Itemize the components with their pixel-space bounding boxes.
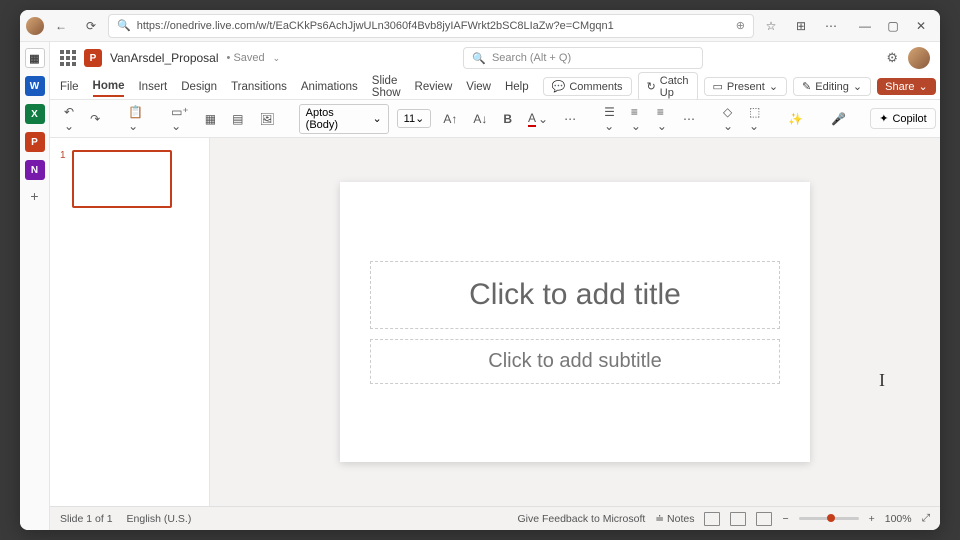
zoom-in-button[interactable]: + — [869, 513, 875, 525]
bold-button[interactable]: B — [499, 109, 516, 129]
search-box[interactable]: 🔍 Search (Alt + Q) — [463, 47, 703, 69]
undo-button[interactable]: ↶ ⌄ — [60, 102, 78, 136]
back-button[interactable]: ← — [48, 13, 74, 39]
tab-design[interactable]: Design — [181, 81, 217, 93]
tab-home[interactable]: Home — [93, 80, 125, 97]
rail-powerpoint-icon[interactable]: P — [25, 132, 45, 152]
user-avatar[interactable] — [908, 47, 930, 69]
favorites-icon[interactable]: ☆ — [758, 13, 784, 39]
photo-button[interactable]: 🖼 — [255, 109, 278, 129]
close-button[interactable]: ✕ — [908, 13, 934, 39]
tab-slideshow[interactable]: Slide Show — [372, 75, 401, 99]
browser-toolbar: ← ⟳ 🔍 https://onedrive.live.com/w/t/EaCK… — [20, 10, 940, 42]
reading-view-icon[interactable] — [756, 512, 772, 526]
fit-to-window-icon[interactable]: ⤢ — [922, 512, 930, 525]
more-para-button[interactable]: ⋯ — [679, 109, 699, 129]
catchup-button[interactable]: ↻ Catch Up — [638, 72, 698, 102]
thumbnail-number: 1 — [60, 150, 66, 208]
rail-excel-icon[interactable]: X — [25, 104, 45, 124]
subtitle-placeholder[interactable]: Click to add subtitle — [370, 339, 780, 384]
ribbon-toolbar: ↶ ⌄ ↷ 📋 ⌄ ▭⁺ ⌄ ▦ ▤ 🖼 Aptos (Body)⌄ 11⌄ A… — [50, 100, 940, 138]
title-dropdown-icon[interactable]: ⌄ — [273, 53, 281, 64]
more-font-button[interactable]: ⋯ — [560, 109, 580, 129]
document-title[interactable]: VanArsdel_Proposal — [110, 51, 219, 65]
language-status[interactable]: English (U.S.) — [127, 513, 192, 525]
designer-button[interactable]: ✨ — [784, 109, 807, 129]
settings-icon[interactable]: ⚙ — [886, 50, 898, 66]
rail-word-icon[interactable]: W — [25, 76, 45, 96]
tab-review[interactable]: Review — [415, 81, 453, 93]
zoom-out-button[interactable]: − — [782, 513, 788, 525]
refresh-button[interactable]: ⟳ — [78, 13, 104, 39]
search-placeholder: Search (Alt + Q) — [492, 52, 571, 64]
decrease-font-button[interactable]: A↓ — [469, 109, 491, 129]
new-slide-button[interactable]: ▭⁺ ⌄ — [167, 102, 193, 136]
paste-button[interactable]: 📋 ⌄ — [124, 102, 147, 136]
feedback-link[interactable]: Give Feedback to Microsoft — [517, 513, 645, 525]
app-content: P VanArsdel_Proposal • Saved ⌄ 🔍 Search … — [50, 42, 940, 530]
normal-view-icon[interactable] — [704, 512, 720, 526]
editor-workspace: 1 Click to add title Click to add subtit… — [50, 138, 940, 506]
tab-insert[interactable]: Insert — [138, 81, 167, 93]
zoom-level[interactable]: 100% — [885, 513, 912, 525]
font-family-select[interactable]: Aptos (Body)⌄ — [299, 104, 389, 134]
bullets-button[interactable]: ☰ ⌄ — [600, 102, 619, 136]
slide-canvas-area[interactable]: Click to add title Click to add subtitle… — [210, 138, 940, 506]
profile-avatar[interactable] — [26, 17, 44, 35]
slide-canvas[interactable]: Click to add title Click to add subtitle — [340, 182, 810, 462]
sorter-view-icon[interactable] — [730, 512, 746, 526]
slide-thumbnail-pane[interactable]: 1 — [50, 138, 210, 506]
title-placeholder[interactable]: Click to add title — [370, 261, 780, 329]
notes-toggle[interactable]: ≐ Notes — [655, 513, 694, 525]
share-button[interactable]: Share ⌄ — [877, 78, 936, 95]
numbering-button[interactable]: ≡ ⌄ — [627, 102, 645, 136]
shapes-button[interactable]: ◇ ⌄ — [719, 102, 737, 136]
redo-button[interactable]: ↷ — [86, 109, 104, 129]
search-icon: 🔍 — [472, 52, 486, 65]
site-settings-icon[interactable]: ⊕ — [736, 19, 745, 32]
layout-button[interactable]: ▦ — [201, 109, 220, 129]
maximize-button[interactable]: ▢ — [880, 13, 906, 39]
app-header: P VanArsdel_Proposal • Saved ⌄ 🔍 Search … — [50, 42, 940, 74]
grid-button[interactable]: ▤ — [228, 109, 247, 129]
arrange-button[interactable]: ⬚ ⌄ — [745, 102, 764, 136]
status-bar: Slide 1 of 1 English (U.S.) Give Feedbac… — [50, 506, 940, 530]
url-text: https://onedrive.live.com/w/t/EaCKkPs6Ac… — [137, 20, 730, 32]
rail-add-icon[interactable]: + — [30, 188, 38, 204]
powerpoint-icon: P — [84, 49, 102, 67]
minimize-button[interactable]: — — [852, 13, 878, 39]
tab-animations[interactable]: Animations — [301, 81, 358, 93]
app-window: ← ⟳ 🔍 https://onedrive.live.com/w/t/EaCK… — [20, 10, 940, 530]
increase-font-button[interactable]: A↑ — [439, 109, 461, 129]
app-side-rail: ▦ W X P N + — [20, 42, 50, 530]
copilot-button[interactable]: ✦ Copilot — [870, 108, 935, 129]
app-launcher-icon[interactable] — [60, 50, 76, 66]
tab-help[interactable]: Help — [505, 81, 529, 93]
tab-view[interactable]: View — [466, 81, 491, 93]
rail-home-icon[interactable]: ▦ — [25, 48, 45, 68]
slide-counter[interactable]: Slide 1 of 1 — [60, 513, 113, 525]
font-size-select[interactable]: 11⌄ — [397, 109, 432, 128]
browser-menu-icon[interactable]: ⋯ — [818, 13, 844, 39]
rail-onenote-icon[interactable]: N — [25, 160, 45, 180]
ribbon-tabs: File Home Insert Design Transitions Anim… — [50, 74, 940, 100]
present-button[interactable]: ▭ Present ⌄ — [704, 77, 788, 96]
align-button[interactable]: ≡ ⌄ — [653, 102, 671, 136]
tab-file[interactable]: File — [60, 81, 79, 93]
address-bar[interactable]: 🔍 https://onedrive.live.com/w/t/EaCKkPs6… — [108, 14, 754, 38]
collections-icon[interactable]: ⊞ — [788, 13, 814, 39]
thumbnail-preview[interactable] — [72, 150, 172, 208]
dictate-button[interactable]: 🎤 — [827, 109, 850, 129]
slide-thumbnail[interactable]: 1 — [60, 150, 199, 208]
lock-icon: 🔍 — [117, 19, 131, 32]
tab-transitions[interactable]: Transitions — [231, 81, 287, 93]
save-status: • Saved — [227, 52, 265, 64]
font-color-button[interactable]: A ⌄ — [524, 108, 552, 130]
text-cursor-icon: I — [879, 370, 885, 391]
comments-button[interactable]: 💬 Comments — [543, 77, 632, 96]
editing-mode-button[interactable]: ✎ Editing ⌄ — [793, 77, 871, 96]
zoom-slider[interactable] — [799, 517, 859, 520]
